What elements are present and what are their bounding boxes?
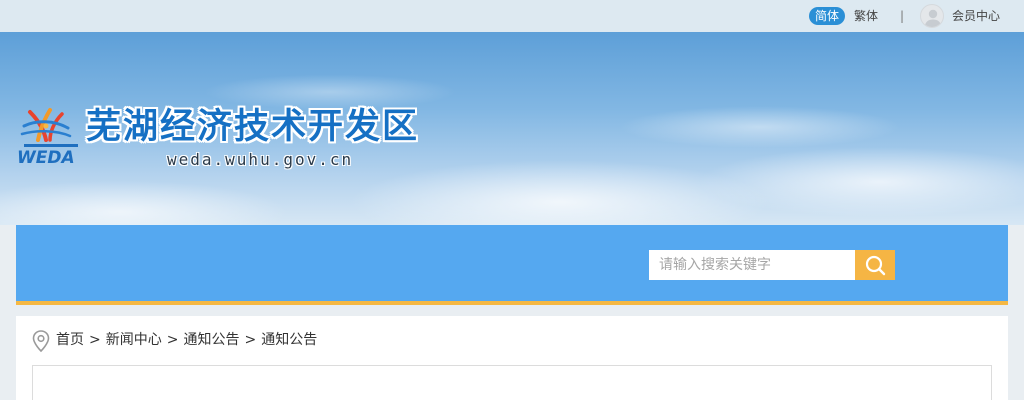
breadcrumb-separator: > bbox=[166, 332, 179, 348]
nav-accent-line bbox=[16, 301, 1008, 305]
user-avatar-icon[interactable] bbox=[920, 4, 944, 28]
simplified-chinese-toggle[interactable]: 简体 bbox=[809, 7, 845, 25]
search-input[interactable] bbox=[649, 250, 855, 280]
weda-logo[interactable]: WEDA bbox=[16, 106, 80, 168]
breadcrumb-news-center[interactable]: 新闻中心 bbox=[106, 332, 162, 348]
breadcrumb-separator: > bbox=[89, 332, 101, 348]
search-icon bbox=[865, 255, 886, 276]
member-center-link[interactable]: 会员中心 bbox=[952, 7, 1000, 25]
top-bar-separator: | bbox=[900, 9, 905, 23]
traditional-chinese-toggle[interactable]: 繁体 bbox=[854, 7, 878, 25]
breadcrumb-home[interactable]: 首页 bbox=[56, 332, 84, 348]
logo-wordmark: WEDA bbox=[17, 148, 75, 168]
article-container bbox=[32, 365, 992, 400]
top-bar: 简体 繁体 | 会员中心 bbox=[0, 0, 1024, 32]
location-pin-icon bbox=[32, 330, 50, 353]
site-url: weda.wuhu.gov.cn bbox=[167, 150, 354, 169]
search-button[interactable] bbox=[855, 250, 895, 280]
breadcrumb-notices[interactable]: 通知公告 bbox=[183, 332, 239, 348]
breadcrumb-current[interactable]: 通知公告 bbox=[261, 332, 317, 348]
breadcrumb: 首页 > 新闻中心 > 通知公告 > 通知公告 bbox=[56, 330, 317, 350]
site-title: 芜湖经济技术开发区 bbox=[86, 107, 420, 147]
breadcrumb-separator: > bbox=[244, 332, 257, 348]
